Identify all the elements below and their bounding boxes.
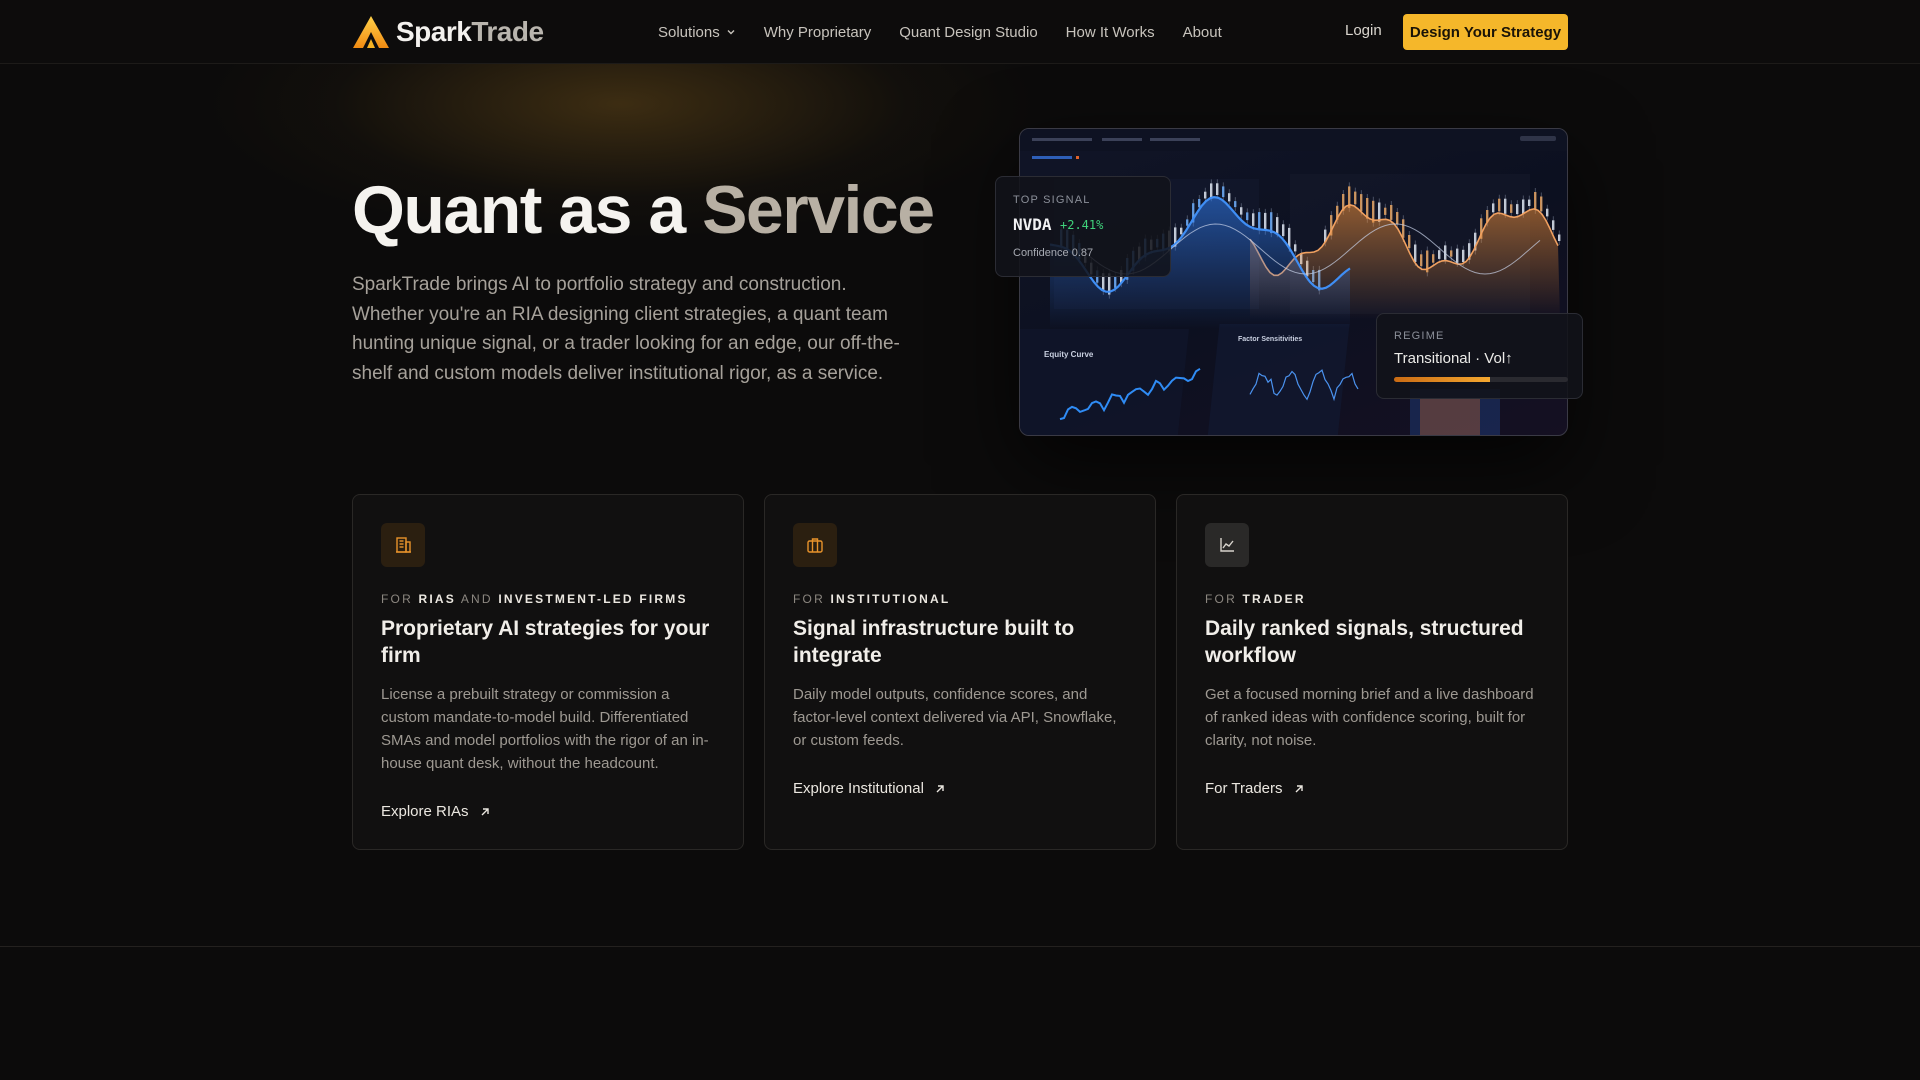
explore-institutional-link[interactable]: Explore Institutional xyxy=(793,780,946,797)
arrow-up-right-icon xyxy=(481,807,489,815)
main-nav: Solutions Why Proprietary Quant Design S… xyxy=(658,0,1222,64)
login-link[interactable]: Login xyxy=(1345,22,1382,39)
signal-change: +2.41% xyxy=(1060,218,1104,232)
card-rias: For RIAs and Investment-Led Firms Propri… xyxy=(352,494,744,850)
brand-logo[interactable]: SparkTrade xyxy=(352,14,544,50)
card-trader: For Trader Daily ranked signals, structu… xyxy=(1176,494,1568,850)
brand-name: SparkTrade xyxy=(396,16,544,47)
section-divider xyxy=(0,946,1920,947)
explore-institutional-label: Explore Institutional xyxy=(793,780,924,797)
card-trader-icon-box xyxy=(1205,523,1249,567)
signal-ticker: NVDA xyxy=(1013,215,1052,234)
card-institutional-icon-box xyxy=(793,523,837,567)
card-rias-description: License a prebuilt strategy or commissio… xyxy=(381,686,709,772)
nav-solutions[interactable]: Solutions xyxy=(658,24,736,41)
top-signal-label: TOP SIGNAL xyxy=(1013,194,1091,206)
chevron-down-icon xyxy=(727,30,735,35)
explore-rias-label: Explore RIAs xyxy=(381,803,469,820)
briefcase-icon xyxy=(807,538,823,553)
signal-confidence: Confidence 0.87 xyxy=(1013,247,1094,259)
hero-title-accent: Service xyxy=(702,172,935,248)
nav-about[interactable]: About xyxy=(1183,24,1222,41)
spark-logo-icon xyxy=(353,16,389,48)
building-icon xyxy=(396,537,411,553)
card-institutional-title: Signal infrastructure built to integrate xyxy=(793,617,1075,667)
card-rias-icon-box xyxy=(381,523,425,567)
card-institutional-eyebrow: For Institutional xyxy=(793,592,951,606)
regime-level-fill xyxy=(1394,377,1490,382)
factor-sensitivities-label: Factor Sensitivities xyxy=(1238,336,1302,343)
design-strategy-button[interactable]: Design Your Strategy xyxy=(1403,14,1568,50)
card-rias-eyebrow: For RIAs and Investment-Led Firms xyxy=(381,592,688,606)
card-institutional: For Institutional Signal infrastructure … xyxy=(764,494,1156,850)
arrow-up-right-icon xyxy=(936,784,944,792)
card-rias-title: Proprietary AI strategies for your firm xyxy=(381,617,710,667)
nav-quant-design-studio[interactable]: Quant Design Studio xyxy=(899,24,1037,41)
card-trader-description: Get a focused morning brief and a live d… xyxy=(1205,686,1534,749)
arrow-up-right-icon xyxy=(1295,784,1303,792)
nav-how-it-works[interactable]: How It Works xyxy=(1066,24,1155,41)
card-institutional-description: Daily model outputs, confidence scores, … xyxy=(793,686,1117,749)
line-chart-icon xyxy=(1220,538,1234,552)
for-traders-link[interactable]: For Traders xyxy=(1205,780,1305,797)
explore-rias-link[interactable]: Explore RIAs xyxy=(381,803,491,820)
regime-value: Transitional · Vol↑ xyxy=(1394,350,1513,367)
hero-title: Quant as a Service xyxy=(352,172,935,248)
for-traders-label: For Traders xyxy=(1205,780,1283,797)
equity-curve-label: Equity Curve xyxy=(1044,350,1094,359)
top-signal-card: TOP SIGNAL NVDA +2.41% Confidence 0.87 xyxy=(995,176,1171,277)
regime-card: REGIME Transitional · Vol↑ xyxy=(1376,313,1583,399)
regime-label: REGIME xyxy=(1394,330,1445,342)
hero-description: SparkTrade brings AI to portfolio strate… xyxy=(352,274,900,384)
card-trader-eyebrow: For Trader xyxy=(1205,592,1306,606)
nav-solutions-label: Solutions xyxy=(658,23,720,41)
card-trader-title: Daily ranked signals, structured workflo… xyxy=(1205,617,1524,667)
top-nav: SparkTrade Solutions Why Proprietary Qua… xyxy=(0,0,1920,64)
nav-why-proprietary[interactable]: Why Proprietary xyxy=(764,24,872,41)
regime-level-bar xyxy=(1394,377,1568,382)
hero-title-main: Quant as a xyxy=(352,172,703,248)
